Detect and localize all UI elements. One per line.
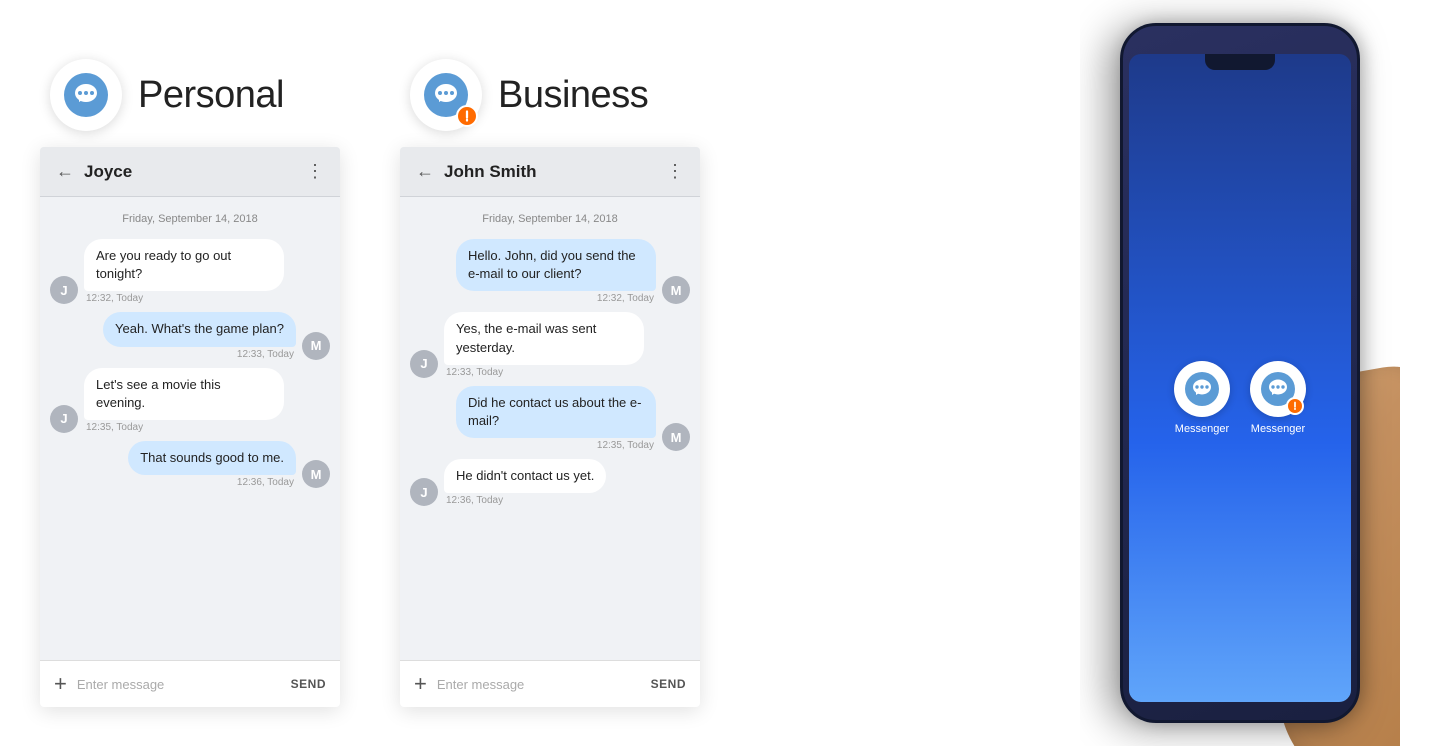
chat-panels: Personal ← Joyce ⋮ Friday, September 14,… [40, 59, 700, 707]
phone-app-messenger-business: Messenger [1250, 361, 1306, 435]
personal-chat-header: ← Joyce ⋮ [40, 147, 340, 197]
personal-msg-2-wrapper: Yeah. What's the game plan? 12:33, Today [103, 312, 296, 359]
personal-chat-footer: + Enter message SEND [40, 660, 340, 707]
personal-panel-wrapper: Personal ← Joyce ⋮ Friday, September 14,… [40, 59, 340, 707]
business-msg-2: J Yes, the e-mail was sent yesterday. 12… [410, 312, 690, 377]
phone-label-messenger-business: Messenger [1251, 423, 1305, 435]
business-back-button[interactable]: ← [416, 161, 434, 182]
personal-avatar-m1: M [302, 332, 330, 360]
personal-time-4: 12:36, Today [235, 477, 296, 488]
phone-business-badge [1286, 397, 1304, 415]
personal-msg-4: That sounds good to me. 12:36, Today M [50, 441, 330, 488]
personal-msg-3-wrapper: Let's see a movie this evening. 12:35, T… [84, 368, 284, 433]
personal-msg-2: Yeah. What's the game plan? 12:33, Today… [50, 312, 330, 359]
personal-panel-title: Personal [138, 74, 284, 117]
business-title-row: Business [410, 59, 648, 131]
business-panel-wrapper: Business ← John Smith ⋮ Friday, Septembe… [400, 59, 700, 707]
business-chat-body: Friday, September 14, 2018 Hello. John, … [400, 197, 700, 660]
personal-send-button[interactable]: SEND [291, 677, 326, 691]
business-time-1: 12:32, Today [595, 293, 656, 304]
main-container: Personal ← Joyce ⋮ Friday, September 14,… [0, 0, 1440, 746]
business-panel-title: Business [498, 74, 648, 117]
phone-icon-messenger-business[interactable] [1250, 361, 1306, 417]
personal-bubble-2: Yeah. What's the game plan? [103, 312, 296, 346]
personal-chat-window: ← Joyce ⋮ Friday, September 14, 2018 J A… [40, 147, 340, 707]
business-time-3: 12:35, Today [595, 440, 656, 451]
phone-notch [1205, 54, 1275, 70]
phone-screen: Messenger [1129, 54, 1351, 702]
personal-add-button[interactable]: + [54, 671, 67, 697]
business-bubble-2: Yes, the e-mail was sent yesterday. [444, 312, 644, 364]
business-avatar-m1: M [662, 276, 690, 304]
personal-title-row: Personal [50, 59, 284, 131]
personal-more-button[interactable]: ⋮ [306, 161, 324, 182]
business-app-icon[interactable] [410, 59, 482, 131]
business-msg-3: Did he contact us about the e-mail? 12:3… [410, 386, 690, 451]
business-bubble-3: Did he contact us about the e-mail? [456, 386, 656, 438]
personal-msg-1: J Are you ready to go out tonight? 12:32… [50, 239, 330, 304]
phone-section: Messenger [1080, 0, 1400, 746]
business-msg-1-wrapper: Hello. John, did you send the e-mail to … [456, 239, 656, 304]
business-chat-window: ← John Smith ⋮ Friday, September 14, 201… [400, 147, 700, 707]
personal-msg-4-wrapper: That sounds good to me. 12:36, Today [128, 441, 296, 488]
personal-msg-1-wrapper: Are you ready to go out tonight? 12:32, … [84, 239, 284, 304]
business-msg-1: Hello. John, did you send the e-mail to … [410, 239, 690, 304]
personal-avatar-m2: M [302, 460, 330, 488]
business-time-4: 12:36, Today [444, 495, 606, 506]
phone-body: Messenger [1120, 23, 1360, 723]
business-notification-badge [456, 105, 478, 127]
personal-bubble-1: Are you ready to go out tonight? [84, 239, 284, 291]
business-avatar-j2: J [410, 478, 438, 506]
business-bubble-1: Hello. John, did you send the e-mail to … [456, 239, 656, 291]
personal-bubble-4: That sounds good to me. [128, 441, 296, 475]
business-msg-4-wrapper: He didn't contact us yet. 12:36, Today [444, 459, 606, 506]
business-chat-footer: + Enter message SEND [400, 660, 700, 707]
business-msg-4: J He didn't contact us yet. 12:36, Today [410, 459, 690, 506]
personal-time-3: 12:35, Today [84, 422, 284, 433]
phone-power-button [1357, 126, 1360, 166]
phone-vol-down [1120, 151, 1123, 176]
business-send-button[interactable]: SEND [651, 677, 686, 691]
phone-icon-messenger-personal[interactable] [1174, 361, 1230, 417]
business-contact-name: John Smith [444, 162, 656, 182]
business-time-2: 12:33, Today [444, 367, 644, 378]
personal-bubble-3: Let's see a movie this evening. [84, 368, 284, 420]
business-msg-3-wrapper: Did he contact us about the e-mail? 12:3… [456, 386, 656, 451]
business-avatar-m2: M [662, 423, 690, 451]
personal-avatar-j: J [50, 276, 78, 304]
business-avatar-j1: J [410, 350, 438, 378]
business-bubble-4: He didn't contact us yet. [444, 459, 606, 493]
personal-back-button[interactable]: ← [56, 161, 74, 182]
phone-label-messenger-personal: Messenger [1175, 423, 1229, 435]
business-chat-header: ← John Smith ⋮ [400, 147, 700, 197]
phone-vol-up [1120, 116, 1123, 141]
personal-chat-body: Friday, September 14, 2018 J Are you rea… [40, 197, 340, 660]
personal-avatar-j2: J [50, 405, 78, 433]
personal-time-1: 12:32, Today [84, 293, 284, 304]
personal-time-2: 12:33, Today [235, 349, 296, 360]
business-more-button[interactable]: ⋮ [666, 161, 684, 182]
personal-contact-name: Joyce [84, 162, 296, 182]
personal-app-icon[interactable] [50, 59, 122, 131]
business-add-button[interactable]: + [414, 671, 427, 697]
phone-app-messenger-personal: Messenger [1174, 361, 1230, 435]
personal-date-divider: Friday, September 14, 2018 [50, 213, 330, 225]
business-message-input[interactable]: Enter message [437, 677, 641, 692]
personal-message-input[interactable]: Enter message [77, 677, 281, 692]
business-date-divider: Friday, September 14, 2018 [410, 213, 690, 225]
personal-msg-3: J Let's see a movie this evening. 12:35,… [50, 368, 330, 433]
business-msg-2-wrapper: Yes, the e-mail was sent yesterday. 12:3… [444, 312, 644, 377]
